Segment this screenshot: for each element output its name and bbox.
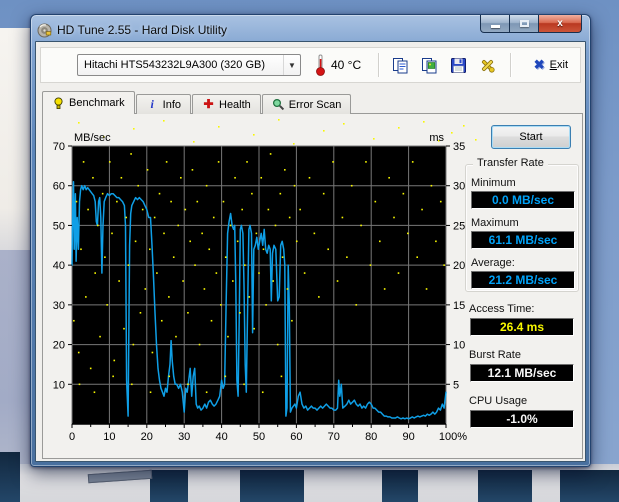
cpu-usage-label: CPU Usage <box>469 395 527 407</box>
exit-icon: ✖ <box>534 57 545 73</box>
tab-label: Benchmark <box>69 97 125 109</box>
window-title: HD Tune 2.55 - Hard Disk Utility <box>57 23 227 37</box>
tab-bar: Benchmark i Info ✚ Health Error Scan <box>42 91 352 114</box>
transfer-rate-group: Transfer Rate Minimum 0.0 MB/sec Maximum… <box>465 164 579 292</box>
app-window: HD Tune 2.55 - Hard Disk Utility x Hitac… <box>30 14 591 467</box>
svg-text:20: 20 <box>53 340 65 352</box>
svg-text:5: 5 <box>453 379 459 391</box>
tab-benchmark[interactable]: Benchmark <box>42 91 135 114</box>
copy-image-icon <box>421 57 438 74</box>
maximize-icon <box>520 20 529 27</box>
background-building-window <box>0 452 20 502</box>
hd-tune-app-icon <box>37 23 52 38</box>
svg-text:25: 25 <box>453 220 465 232</box>
temperature-value: 40 °C <box>331 58 361 72</box>
svg-text:10: 10 <box>53 379 65 391</box>
svg-text:80: 80 <box>365 431 377 443</box>
error-scan-icon <box>272 98 285 111</box>
close-icon: x <box>557 18 563 29</box>
tab-health[interactable]: ✚ Health <box>192 94 261 114</box>
svg-text:40: 40 <box>215 431 227 443</box>
tab-label: Info <box>163 99 181 111</box>
burst-rate-value: 12.1 MB/sec <box>470 364 574 382</box>
svg-text:MB/sec: MB/sec <box>74 132 111 144</box>
svg-text:30: 30 <box>53 300 65 312</box>
svg-text:ms: ms <box>429 132 444 144</box>
health-icon: ✚ <box>202 98 215 111</box>
svg-text:20: 20 <box>141 431 153 443</box>
svg-text:0: 0 <box>69 431 75 443</box>
options-icon <box>479 57 496 74</box>
svg-text:35: 35 <box>453 141 465 153</box>
background-building-window <box>560 470 619 502</box>
svg-text:10: 10 <box>103 431 115 443</box>
cpu-usage-value: -1.0% <box>470 410 574 428</box>
background-building-window <box>240 470 304 502</box>
svg-text:70: 70 <box>53 141 65 153</box>
copy-text-icon <box>392 57 409 74</box>
toolbar-separator <box>510 53 511 77</box>
benchmark-chart: 7060504030201035302520151050102030405060… <box>43 114 487 460</box>
options-button[interactable] <box>479 56 497 74</box>
minimize-icon <box>491 25 500 28</box>
access-time-label: Access Time: <box>469 303 534 315</box>
transfer-rate-group-label: Transfer Rate <box>473 157 548 169</box>
toolbar: Hitachi HTS543232L9A300 (320 GB) ▼ 40 °C <box>40 47 581 83</box>
svg-text:60: 60 <box>53 181 65 193</box>
svg-text:50: 50 <box>253 431 265 443</box>
svg-text:15: 15 <box>453 300 465 312</box>
chevron-down-icon[interactable]: ▼ <box>283 55 300 75</box>
svg-text:70: 70 <box>328 431 340 443</box>
svg-text:60: 60 <box>290 431 302 443</box>
svg-text:90: 90 <box>402 431 414 443</box>
maximum-value: 61.1 MB/sec <box>471 231 575 249</box>
info-icon: i <box>146 98 159 111</box>
svg-text:10: 10 <box>453 340 465 352</box>
toolbar-separator <box>378 53 379 77</box>
svg-text:20: 20 <box>453 260 465 272</box>
titlebar[interactable]: HD Tune 2.55 - Hard Disk Utility x <box>37 19 586 41</box>
thermometer-icon <box>315 54 326 76</box>
copy-screenshot-button[interactable] <box>421 56 439 74</box>
maximum-label: Maximum <box>471 217 578 229</box>
svg-text:100%: 100% <box>439 431 467 443</box>
tab-error-scan[interactable]: Error Scan <box>262 94 352 114</box>
maximize-button[interactable] <box>510 15 538 33</box>
tab-label: Health <box>219 99 251 111</box>
background-building-window <box>478 470 532 502</box>
average-label: Average: <box>471 257 578 269</box>
burst-rate-label: Burst Rate <box>469 349 521 361</box>
close-button[interactable]: x <box>538 15 582 33</box>
temperature-indicator: 40 °C <box>315 54 361 76</box>
tab-info[interactable]: i Info <box>136 94 191 114</box>
svg-text:30: 30 <box>453 181 465 193</box>
exit-button[interactable]: ✖ Exit <box>534 57 568 73</box>
access-time-value: 26.4 ms <box>470 318 574 336</box>
svg-text:50: 50 <box>53 220 65 232</box>
drive-select-dropdown[interactable]: Hitachi HTS543232L9A300 (320 GB) ▼ <box>77 54 301 76</box>
tab-label: Error Scan <box>289 99 342 111</box>
svg-text:40: 40 <box>53 260 65 272</box>
drive-select-value: Hitachi HTS543232L9A300 (320 GB) <box>78 59 283 71</box>
exit-label: Exit <box>550 59 568 71</box>
benchmark-tab-page: 7060504030201035302520151050102030405060… <box>42 113 583 459</box>
copy-text-button[interactable] <box>392 56 410 74</box>
background-building-window <box>150 470 188 502</box>
lightbulb-icon <box>52 97 65 110</box>
minimize-button[interactable] <box>480 15 510 33</box>
minimum-label: Minimum <box>471 177 578 189</box>
svg-text:30: 30 <box>178 431 190 443</box>
save-icon <box>450 57 467 74</box>
background-building-window <box>382 470 418 502</box>
save-screenshot-button[interactable] <box>450 56 468 74</box>
start-button[interactable]: Start <box>491 125 571 149</box>
window-client-area: Hitachi HTS543232L9A300 (320 GB) ▼ 40 °C <box>35 41 586 462</box>
minimum-value: 0.0 MB/sec <box>471 191 575 209</box>
average-value: 21.2 MB/sec <box>471 271 575 289</box>
